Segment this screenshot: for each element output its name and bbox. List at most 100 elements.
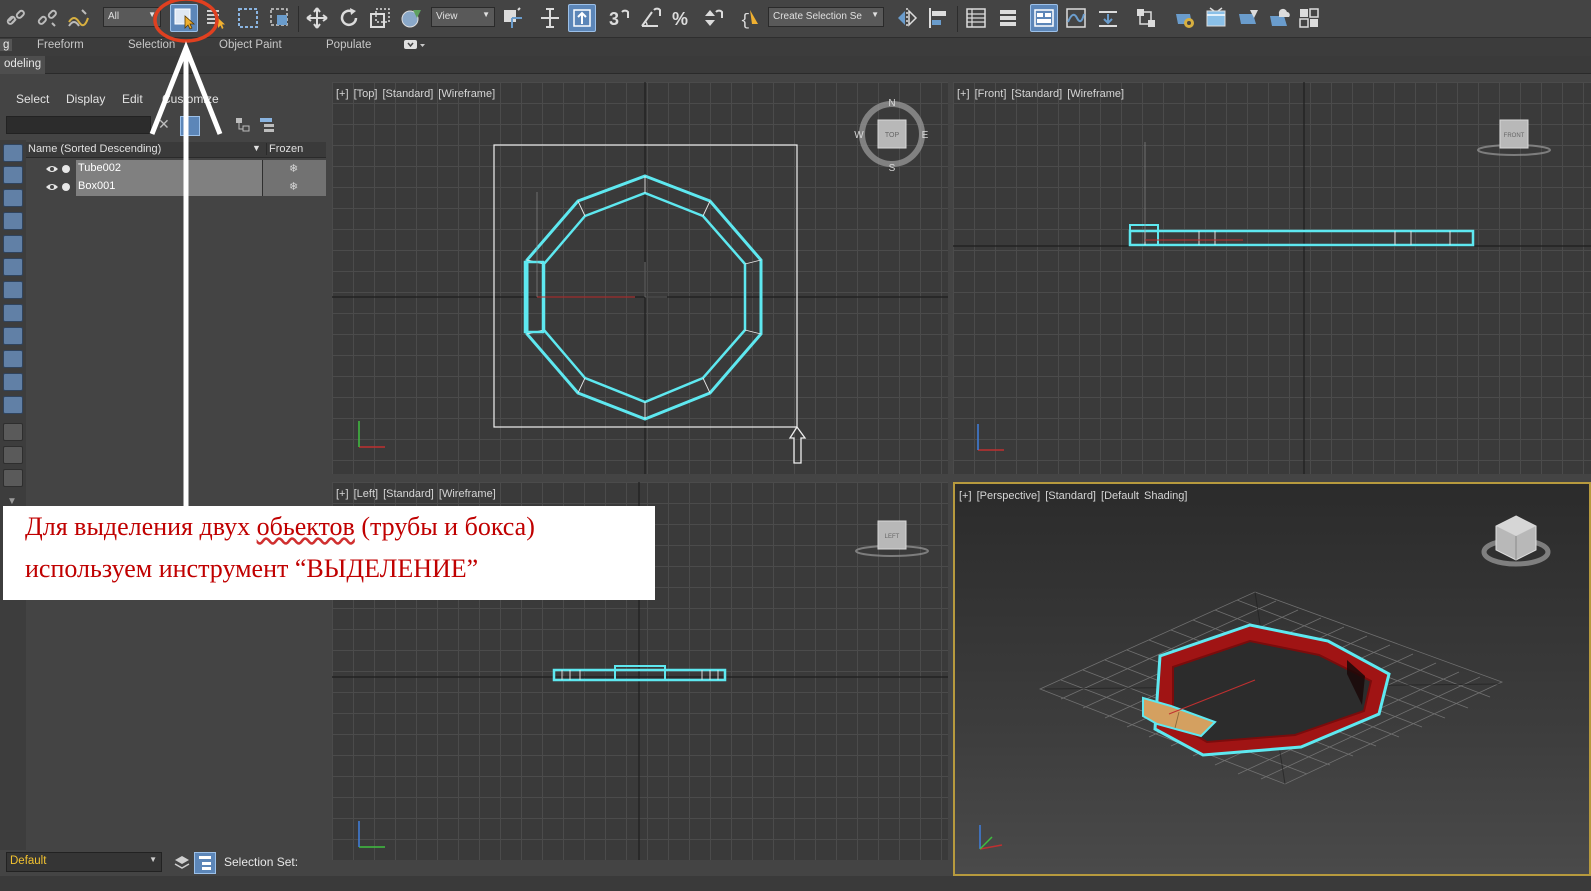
rotate-icon[interactable] bbox=[335, 4, 363, 32]
viewport-label-perspective[interactable]: [+] [Perspective] [Standard] [Default Sh… bbox=[959, 490, 1187, 502]
viewcube-front[interactable]: FRONT bbox=[1477, 119, 1551, 156]
clear-search-icon[interactable]: ✕ bbox=[158, 116, 178, 136]
spacewarps-icon[interactable] bbox=[3, 258, 23, 276]
tube-front-wireframe[interactable] bbox=[1128, 229, 1475, 247]
layers-hierarchy-icon[interactable] bbox=[258, 116, 278, 136]
move-icon[interactable] bbox=[303, 4, 331, 32]
select-by-name-icon[interactable] bbox=[202, 4, 230, 32]
ribbon-options-icon[interactable] bbox=[404, 39, 426, 54]
align-icon[interactable] bbox=[924, 4, 952, 32]
containers-icon[interactable] bbox=[3, 350, 23, 368]
bones-icon[interactable] bbox=[3, 327, 23, 345]
box-left-wireframe[interactable] bbox=[614, 665, 666, 681]
tab-object-paint[interactable]: Object Paint bbox=[219, 39, 282, 51]
bind-spacewarp-icon[interactable] bbox=[64, 4, 92, 32]
menu-edit[interactable]: Edit bbox=[122, 92, 143, 106]
box-front-wireframe[interactable] bbox=[1129, 224, 1159, 246]
systems-icon[interactable] bbox=[3, 281, 23, 299]
tab-freeform[interactable]: Freeform bbox=[37, 39, 84, 51]
reference-coordinate-dropdown[interactable]: View ▼ bbox=[431, 7, 495, 27]
pivot-center-icon[interactable] bbox=[498, 4, 526, 32]
unlink-icon[interactable] bbox=[33, 4, 61, 32]
viewcube-left[interactable]: LEFT bbox=[855, 520, 929, 557]
viewcube-left-label: LEFT bbox=[885, 534, 900, 540]
viewport-front[interactable]: FRONT [+] [Front] [Standard] [Wireframe] bbox=[953, 82, 1591, 474]
viewport-label-top[interactable]: [+] [Top] [Standard] [Wireframe] bbox=[336, 88, 495, 100]
freeze-icon[interactable] bbox=[3, 373, 23, 391]
shapes-icon[interactable] bbox=[3, 166, 23, 184]
helpers-icon[interactable] bbox=[3, 235, 23, 253]
render-production-icon[interactable] bbox=[1234, 4, 1262, 32]
subtab-modeling[interactable]: odeling bbox=[0, 56, 46, 74]
angle-snap-icon[interactable] bbox=[636, 4, 664, 32]
table-row[interactable]: Tube002 ❄ bbox=[26, 160, 326, 178]
viewport-top[interactable]: TOP N S E W [+] [Top] [Standard] [Wirefr… bbox=[332, 82, 948, 474]
viewcube-perspective[interactable] bbox=[1481, 515, 1551, 567]
menu-display[interactable]: Display bbox=[66, 92, 105, 106]
curve-editor-icon[interactable] bbox=[1062, 4, 1090, 32]
eye-icon[interactable] bbox=[46, 181, 58, 193]
link-icon[interactable] bbox=[2, 4, 30, 32]
viewport-label-left[interactable]: [+] [Left] [Standard] [Wireframe] bbox=[336, 488, 496, 500]
viewport-label-front[interactable]: [+] [Front] [Standard] [Wireframe] bbox=[957, 88, 1124, 100]
chevron-down-icon: ▼ bbox=[149, 855, 157, 864]
sort-descending-icon[interactable]: ▼ bbox=[252, 143, 261, 153]
window-crossing-icon[interactable] bbox=[266, 4, 294, 32]
ribbon-toggle-icon[interactable] bbox=[1030, 4, 1058, 32]
rectangular-selection-region-icon[interactable] bbox=[234, 4, 262, 32]
select-manipulate-icon[interactable] bbox=[536, 4, 564, 32]
tab-modeling[interactable]: g bbox=[0, 39, 13, 51]
hide-icon[interactable] bbox=[3, 396, 23, 414]
scale-icon[interactable] bbox=[366, 4, 394, 32]
percent-snap-icon[interactable]: % bbox=[668, 4, 696, 32]
mirror-icon[interactable] bbox=[893, 4, 921, 32]
arnold-icon[interactable] bbox=[1295, 4, 1323, 32]
tab-populate[interactable]: Populate bbox=[326, 39, 371, 51]
explorer-tool-icon[interactable] bbox=[3, 446, 23, 464]
menu-customize[interactable]: Customize bbox=[162, 92, 219, 106]
cameras-icon[interactable] bbox=[3, 212, 23, 230]
scene-explorer-mode-icon[interactable] bbox=[194, 852, 216, 874]
layer-explorer-icon[interactable] bbox=[172, 853, 192, 873]
object-name: Tube002 bbox=[78, 162, 122, 174]
render-in-cloud-icon[interactable] bbox=[1265, 4, 1293, 32]
explorer-tool-icon[interactable] bbox=[3, 423, 23, 441]
filter-toggle-icon[interactable] bbox=[180, 116, 200, 136]
chevron-down-icon: ▼ bbox=[148, 10, 156, 19]
layer-dropdown[interactable]: Default ▼ bbox=[6, 852, 162, 872]
table-row[interactable]: Box001 ❄ bbox=[26, 178, 326, 196]
hierarchy-icon[interactable] bbox=[234, 116, 254, 136]
eye-icon[interactable] bbox=[46, 163, 58, 175]
selection-filter-dropdown[interactable]: All ▼ bbox=[103, 7, 161, 27]
snowflake-icon: ❄ bbox=[289, 181, 299, 193]
keyboard-shortcut-override-icon[interactable] bbox=[568, 4, 596, 32]
frozen-cell[interactable]: ❄ bbox=[262, 178, 326, 196]
layer-explorer-icon[interactable] bbox=[994, 4, 1022, 32]
geometry-icon[interactable] bbox=[3, 144, 23, 162]
modify-icon[interactable] bbox=[3, 304, 23, 322]
top-view-scene: TOP N S E W bbox=[332, 82, 948, 474]
scene-explorer-toggle-icon[interactable] bbox=[962, 4, 990, 32]
frozen-cell[interactable]: ❄ bbox=[262, 160, 326, 178]
column-frozen-header[interactable]: Frozen bbox=[266, 143, 326, 155]
annotation-text: Для выделения двух bbox=[25, 512, 257, 541]
column-name-header[interactable]: Name (Sorted Descending) bbox=[28, 143, 161, 155]
schematic-view-icon[interactable] bbox=[1094, 4, 1122, 32]
rendered-frame-window-icon[interactable] bbox=[1202, 4, 1230, 32]
place-icon[interactable] bbox=[397, 4, 425, 32]
render-setup-icon[interactable] bbox=[1170, 4, 1198, 32]
snaps-toggle-icon[interactable]: 3 bbox=[604, 4, 632, 32]
snowflake-icon: ❄ bbox=[289, 163, 299, 175]
explorer-tool-icon[interactable] bbox=[3, 469, 23, 487]
select-object-button[interactable] bbox=[170, 4, 198, 32]
spinner-snap-icon[interactable] bbox=[699, 4, 727, 32]
material-editor-icon[interactable] bbox=[1132, 4, 1160, 32]
lights-icon[interactable] bbox=[3, 189, 23, 207]
explorer-search-input[interactable] bbox=[6, 116, 151, 134]
edit-named-selection-icon[interactable]: { bbox=[736, 4, 764, 32]
viewcube-top[interactable]: TOP N S E W bbox=[854, 98, 928, 174]
viewport-perspective[interactable]: [+] [Perspective] [Standard] [Default Sh… bbox=[953, 482, 1591, 876]
menu-select[interactable]: Select bbox=[16, 92, 49, 106]
tab-selection[interactable]: Selection bbox=[128, 39, 175, 51]
named-selection-set-dropdown[interactable]: Create Selection Se ▼ bbox=[768, 7, 884, 27]
